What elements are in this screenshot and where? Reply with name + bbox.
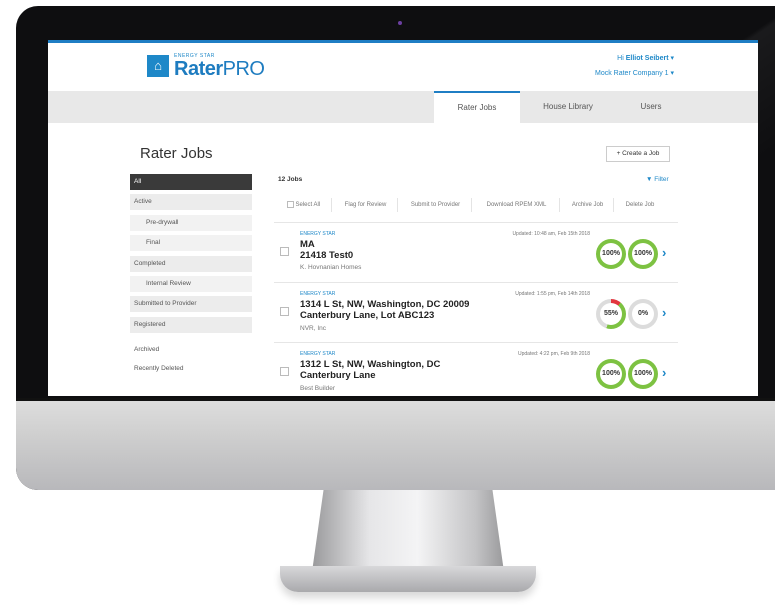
row-builder: K. Hovnanian Homes [300,264,362,271]
row-program: ENERGY STAR [300,231,336,237]
archive-job-button[interactable]: Archive Job [562,198,614,212]
company-name: Mock Rater Company 1 [595,70,669,77]
company-selector[interactable]: Mock Rater Company 1 ▾ [595,69,674,77]
user-menu[interactable]: Hi Elliot Seibert ▾ [617,54,674,62]
monitor-stand-foot [280,566,536,592]
logo-house-icon[interactable]: ⌂ [147,55,169,77]
select-all-button[interactable]: Select All [276,198,332,212]
job-row[interactable]: ENERGY STAR Updated: 4:22 pm, Feb 9th 20… [274,342,678,396]
progress-gauge: 0% [628,299,658,329]
sidebar-item-final[interactable]: Final [130,235,252,252]
sidebar-item-active[interactable]: Active [130,194,252,211]
gauge-value: 100% [602,250,620,257]
row-address-line2[interactable]: Canterbury Lane [300,370,376,381]
sidebar: All Active Pre-drywall Final Completed I… [130,174,252,337]
company-caret-icon: ▾ [670,70,674,77]
tab-house-library[interactable]: House Library [524,91,612,123]
sidebar-item-submitted[interactable]: Submitted to Provider [130,296,252,313]
gauge-value: 0% [637,310,649,317]
row-address-line2[interactable]: Canterbury Lane, Lot ABC123 [300,310,434,321]
tab-rater-jobs[interactable]: Rater Jobs [434,91,520,123]
tab-users[interactable]: Users [614,91,688,123]
row-checkbox[interactable] [280,367,289,376]
create-job-button[interactable]: + Create a Job [606,146,670,162]
monitor-stand-neck [312,490,504,572]
page-title: Rater Jobs [140,145,213,162]
progress-gauge: 100% [596,239,626,269]
logo-rater: Rater [174,58,223,80]
sidebar-item-pre-drywall[interactable]: Pre-drywall [130,214,252,231]
select-all-label: Select All [295,202,321,208]
app-header: ⌂ ENERGY STAR RaterPRO Hi Elliot Seibert… [48,43,758,91]
logo-raterpro[interactable]: RaterPRO [174,58,265,81]
app-screen: ⌂ ENERGY STAR RaterPRO Hi Elliot Seibert… [48,40,758,396]
row-updated: Updated: 1:55 pm, Feb 14th 2018 [515,291,590,297]
row-address-line1[interactable]: MA [300,239,315,250]
job-row[interactable]: ENERGY STAR Updated: 10:48 am, Feb 15th … [274,222,678,282]
sidebar-item-recently-deleted[interactable]: Recently Deleted [130,365,184,372]
user-menu-caret-icon: ▾ [670,55,674,62]
gauge-value: 100% [634,370,652,377]
camera-dot [398,21,402,25]
filter-funnel-icon: ▼ [646,176,653,183]
progress-gauge: 55% [596,299,626,329]
sidebar-item-internal-review[interactable]: Internal Review [130,275,252,292]
row-program: ENERGY STAR [300,351,336,357]
flag-for-review-button[interactable]: Flag for Review [334,198,398,212]
row-program: ENERGY STAR [300,291,336,297]
row-address-line1[interactable]: 1314 L St, NW, Washington, DC 20009 [300,299,469,310]
row-address-line1[interactable]: 1312 L St, NW, Washington, DC [300,359,440,370]
main-nav: Rater Jobs House Library Users [48,91,758,123]
gauge-value: 100% [634,250,652,257]
chevron-right-icon[interactable]: › [662,305,666,320]
monitor-chin-edge [16,398,775,401]
row-updated: Updated: 10:48 am, Feb 15th 2018 [512,231,590,237]
sidebar-item-completed[interactable]: Completed [130,255,252,272]
jobs-count: 12 Jobs [278,176,303,183]
sidebar-item-archived[interactable]: Archived [130,346,159,353]
progress-gauge: 100% [596,359,626,389]
row-updated: Updated: 4:22 pm, Feb 9th 2018 [518,351,590,357]
chevron-right-icon[interactable]: › [662,245,666,260]
progress-gauge: 100% [628,239,658,269]
submit-to-provider-button[interactable]: Submit to Provider [400,198,472,212]
progress-gauge: 100% [628,359,658,389]
select-all-checkbox[interactable] [286,200,294,208]
monitor-chin [16,398,775,490]
row-builder: NVR, Inc [300,325,327,332]
filter-button[interactable]: ▼ Filter [646,176,669,183]
sidebar-item-all[interactable]: All [130,174,252,190]
filter-label: Filter [654,176,669,183]
row-builder: Best Builder [300,385,336,392]
chevron-right-icon[interactable]: › [662,365,666,380]
job-row[interactable]: ENERGY STAR Updated: 1:55 pm, Feb 14th 2… [274,282,678,342]
greeting-prefix: Hi [617,55,624,62]
download-rpem-button[interactable]: Download RPEM XML [474,198,560,212]
sidebar-item-registered[interactable]: Registered [130,316,252,333]
gauge-value: 55% [603,310,618,317]
user-name: Elliot Seibert [625,55,669,62]
row-checkbox[interactable] [280,247,289,256]
logo-pro: PRO [222,58,265,80]
delete-job-button[interactable]: Delete Job [616,198,664,212]
row-address-line2[interactable]: 21418 Test0 [300,250,353,261]
row-checkbox[interactable] [280,307,289,316]
gauge-value: 100% [602,370,620,377]
